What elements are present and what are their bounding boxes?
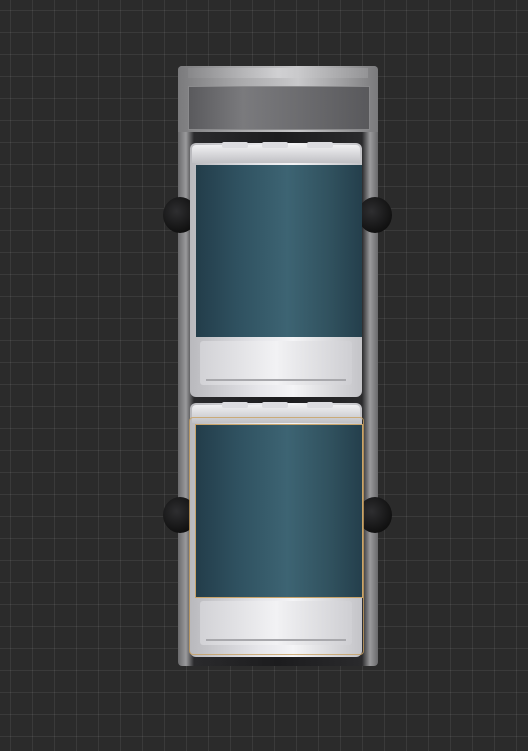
truck-cab[interactable] (178, 66, 378, 132)
tank-module-rear[interactable] (189, 402, 364, 657)
tank-module-front[interactable] (190, 142, 362, 397)
tank-cap (192, 402, 360, 423)
tank-cap (192, 142, 360, 163)
editor-canvas[interactable] (0, 0, 528, 751)
wheel-rear-right (358, 497, 392, 533)
tank-body (195, 424, 363, 598)
cab-windshield (188, 86, 370, 130)
tank-base (200, 341, 352, 385)
tank-body (196, 165, 362, 337)
tank-base (200, 601, 352, 645)
cab-roof-strip (188, 68, 368, 78)
wheel-front-right (358, 197, 392, 233)
